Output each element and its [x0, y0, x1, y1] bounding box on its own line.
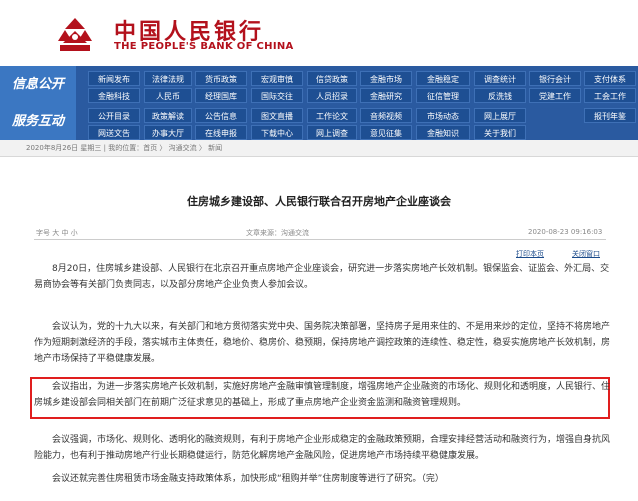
nav-item[interactable]: 征信管理 — [416, 88, 470, 103]
article-source: 文章来源：沟通交流 — [246, 229, 309, 237]
article-date: 2020-08-23 09:16:03 — [528, 228, 603, 236]
nav-item[interactable]: 音频视频 — [360, 108, 412, 123]
nav-item[interactable]: 政策解读 — [144, 108, 192, 123]
font-size-control[interactable]: 字号 大 中 小 — [36, 228, 78, 238]
nav-item[interactable]: 市场动态 — [416, 108, 470, 123]
nav-item[interactable]: 网上调查 — [307, 125, 357, 140]
nav-item[interactable]: 工会工作 — [584, 88, 636, 103]
nav-item[interactable]: 金融稳定 — [416, 71, 470, 86]
nav-item[interactable]: 网送文告 — [88, 125, 140, 140]
main-navigation: 信息公开 服务互动 新闻发布 法律法规 货币政策 宏观审慎 信贷政策 金融市场 金融稳定 调查… — [0, 66, 638, 140]
article-paragraph: 会议强调，市场化、规则化、透明化的融资规则，有利于房地产企业形成稳定的金融政策预… — [34, 435, 611, 461]
nav-item[interactable]: 党建工作 — [529, 88, 581, 103]
nav-item[interactable]: 公告信息 — [195, 108, 247, 123]
nav-item[interactable]: 办事大厅 — [144, 125, 192, 140]
nav-item[interactable]: 信贷政策 — [307, 71, 357, 86]
nav-item[interactable]: 关于我们 — [474, 125, 526, 140]
nav-item[interactable]: 反洗钱 — [474, 88, 526, 103]
nav-section-info-disclosure[interactable]: 信息公开 — [0, 66, 76, 103]
close-window-link[interactable]: 关闭窗口 — [572, 249, 600, 259]
nav-item[interactable]: 人员招录 — [307, 88, 357, 103]
nav-item[interactable]: 意见征集 — [360, 125, 412, 140]
nav-item[interactable]: 网上展厅 — [474, 108, 526, 123]
site-header: 中国人民银行 THE PEOPLE'S BANK OF CHINA — [0, 0, 638, 66]
nav-item[interactable]: 支付体系 — [584, 71, 636, 86]
nav-item[interactable]: 金融科技 — [88, 88, 140, 103]
article-paragraph-highlighted: 会议指出，为进一步落实房地产长效机制，实施好房地产金融审慎管理制度，增强房地产企… — [34, 382, 611, 408]
article-content: 住房城乡建设部、人民银行联合召开房地产企业座谈会 字号 大 中 小 文章来源：沟… — [0, 157, 638, 501]
nav-item[interactable]: 新闻发布 — [88, 71, 140, 86]
article-paragraph: 8月20日，住房城乡建设部、人民银行在北京召开重点房地产企业座谈会，研究进一步落… — [34, 264, 610, 290]
breadcrumb[interactable]: 2020年8月26日 星期三 | 我的位置：首页 〉 沟通交流 〉 新闻 — [26, 143, 222, 153]
pboc-emblem-icon — [58, 18, 92, 51]
article-paragraph: 会议认为，党的十九大以来，有关部门和地方贯彻落实党中央、国务院决策部署，坚持房子… — [34, 322, 611, 364]
nav-item[interactable]: 金融知识 — [416, 125, 470, 140]
nav-item[interactable]: 货币政策 — [195, 71, 247, 86]
nav-item[interactable]: 金融市场 — [360, 71, 412, 86]
divider — [34, 239, 606, 240]
nav-item[interactable]: 经理国库 — [195, 88, 247, 103]
nav-item[interactable]: 在线申报 — [195, 125, 247, 140]
site-logo-en: THE PEOPLE'S BANK OF CHINA — [114, 41, 294, 52]
nav-item[interactable]: 人民币 — [144, 88, 192, 103]
article-paragraph: 会议还就完善住房租赁市场金融支持政策体系，加快形成“租购并举”住房制度等进行了研… — [52, 474, 444, 484]
nav-item[interactable]: 法律法规 — [144, 71, 192, 86]
nav-item[interactable]: 下载中心 — [251, 125, 303, 140]
nav-section-service-interaction[interactable]: 服务互动 — [0, 103, 76, 140]
nav-item[interactable]: 工作论文 — [307, 108, 357, 123]
nav-item[interactable]: 报刊年鉴 — [584, 108, 636, 123]
nav-item[interactable]: 调查统计 — [474, 71, 526, 86]
nav-item[interactable]: 图文直播 — [251, 108, 303, 123]
nav-item[interactable]: 银行会计 — [529, 71, 581, 86]
nav-item[interactable]: 金融研究 — [360, 88, 412, 103]
nav-item[interactable]: 公开目录 — [88, 108, 140, 123]
breadcrumb-bar: 2020年8月26日 星期三 | 我的位置：首页 〉 沟通交流 〉 新闻 — [0, 140, 638, 157]
article-title: 住房城乡建设部、人民银行联合召开房地产企业座谈会 — [187, 195, 451, 208]
nav-item[interactable]: 宏观审慎 — [251, 71, 303, 86]
print-page-link[interactable]: 打印本页 — [516, 249, 544, 259]
nav-item[interactable]: 国际交往 — [251, 88, 303, 103]
